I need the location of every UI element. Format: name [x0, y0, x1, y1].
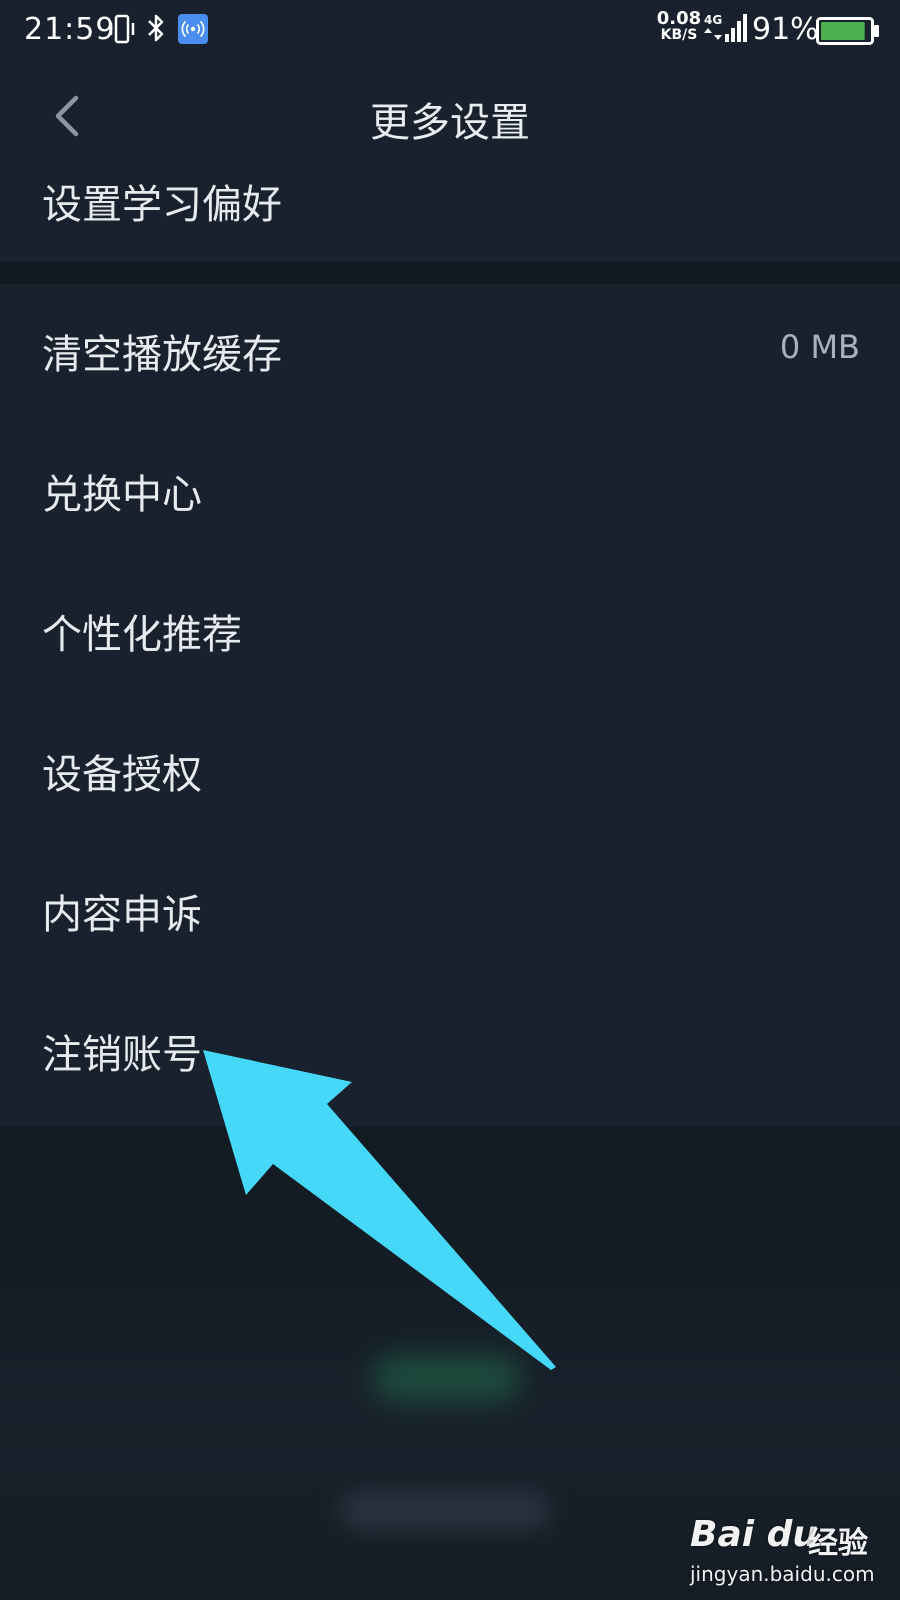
watermark-logo: Bai du — [690, 1514, 819, 1555]
settings-item-label: 兑换中心 — [42, 472, 202, 518]
section-divider — [0, 262, 900, 284]
blurred-bar-shape — [340, 1490, 550, 1530]
bluetooth-icon — [146, 12, 166, 48]
baidu-jingyan-watermark: Bai du 经验 jingyan.baidu.com — [690, 1504, 880, 1594]
vibrate-icon — [108, 14, 136, 48]
settings-item-label: 清空播放缓存 — [42, 332, 282, 378]
settings-item-label: 注销账号 — [42, 1032, 202, 1078]
settings-item-label: 设备授权 — [42, 752, 202, 798]
status-bar: 21:59 0.08 KB/S 4G 91% — [0, 0, 900, 64]
signal-icon: 4G — [704, 12, 748, 50]
network-speed-unit: KB/S — [660, 27, 698, 43]
watermark-brand: 经验 — [808, 1526, 868, 1561]
page-title: 更多设置 — [370, 100, 530, 146]
network-speed-value: 0.08 — [656, 8, 702, 29]
status-time: 21:59 — [24, 12, 116, 47]
cache-size-value: 0 MB — [779, 328, 860, 366]
battery-percent: 91% — [752, 12, 819, 47]
network-type-label: 4G — [704, 13, 722, 27]
settings-section-preferences: 设置学习偏好 — [0, 150, 900, 260]
settings-item-redeem-center[interactable]: 兑换中心 — [0, 424, 900, 564]
settings-screen: 21:59 0.08 KB/S 4G 91% 更多设置 设置学习偏好 清空播放缓… — [0, 0, 900, 1600]
settings-item-device-authorization[interactable]: 设备授权 — [0, 704, 900, 844]
blurred-button-shape — [372, 1355, 522, 1401]
settings-section-main: 清空播放缓存 0 MB 兑换中心 个性化推荐 设备授权 内容申诉 注销账号 — [0, 284, 900, 1126]
hotspot-icon — [178, 14, 208, 44]
settings-item-clear-cache[interactable]: 清空播放缓存 0 MB — [0, 284, 900, 424]
watermark-url: jingyan.baidu.com — [690, 1562, 875, 1586]
settings-item-personalized-recommendation[interactable]: 个性化推荐 — [0, 564, 900, 704]
settings-item-content-appeal[interactable]: 内容申诉 — [0, 844, 900, 984]
settings-item-label: 个性化推荐 — [42, 612, 242, 658]
settings-item-label: 内容申诉 — [42, 892, 202, 938]
battery-icon — [816, 17, 880, 51]
settings-item-label: 设置学习偏好 — [42, 182, 282, 228]
network-speed: 0.08 KB/S — [656, 10, 702, 44]
settings-item-delete-account[interactable]: 注销账号 — [0, 984, 900, 1124]
settings-item-learning-preference[interactable]: 设置学习偏好 — [0, 150, 900, 260]
